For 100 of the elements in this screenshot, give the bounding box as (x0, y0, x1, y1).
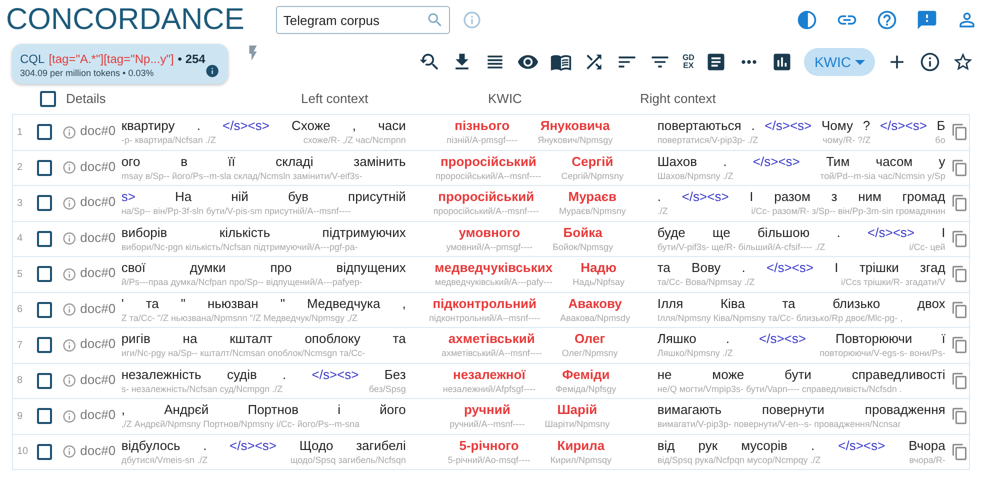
doc-label[interactable]: doc#0 (80, 192, 122, 212)
doc-label[interactable]: doc#0 (80, 228, 122, 247)
checkbox[interactable] (36, 230, 52, 247)
row-number: 2 (16, 161, 24, 176)
context-word: Схоже (292, 118, 330, 134)
doc-label[interactable]: doc#0 (80, 405, 122, 424)
context-word: присутній (348, 189, 406, 206)
checkbox[interactable] (36, 444, 52, 460)
context-word: не (657, 366, 672, 383)
pos-tag: 5-річний/Ao-msqf---- (448, 454, 530, 466)
feedback-icon[interactable] (916, 9, 938, 31)
query-label: CQL (20, 52, 45, 67)
context-word: у (938, 154, 946, 170)
context-word: рук (698, 438, 718, 454)
pos-tag: повертатися/V-pip3p- ./Z (657, 135, 758, 146)
info-icon[interactable] (205, 62, 220, 80)
context-word: разом (774, 189, 810, 206)
context-word: І (750, 189, 754, 206)
doc-label[interactable]: doc#0 (80, 156, 122, 176)
context-word: . (282, 366, 286, 383)
info-icon[interactable] (919, 51, 941, 73)
search-field[interactable]: Telegram corpus (276, 6, 450, 34)
doc-label[interactable]: doc#0 (80, 370, 122, 389)
pos-tag: не/Q могти/Vmpip3s- бути/Vapn---- справедливість/Ncfsdn . (657, 384, 902, 395)
context-word: справедливості (852, 366, 946, 383)
chart-icon[interactable] (771, 51, 794, 73)
copy-icon[interactable] (951, 194, 969, 212)
context-word: може (712, 366, 744, 383)
kwic-word: Феміди (562, 366, 610, 383)
pos-tag: схоже/R- ,/Z час/Ncmpnn (303, 135, 406, 146)
copy-icon[interactable] (951, 230, 969, 248)
kwic-word: Мураєв (568, 189, 617, 206)
kwic-word: ахметівський (448, 331, 535, 348)
doc-label[interactable]: doc#0 (80, 263, 122, 282)
doc-label[interactable]: doc#0 (80, 440, 122, 460)
row-number: 3 (16, 196, 24, 211)
context-word: ого (121, 154, 140, 170)
copy-icon[interactable] (951, 265, 969, 284)
theme-icon[interactable] (796, 9, 818, 31)
doc-label[interactable]: doc#0 (80, 121, 122, 140)
context-word: підтримуючих (322, 224, 406, 241)
copy-icon[interactable] (951, 158, 969, 177)
column-header: KWIC (488, 90, 523, 108)
context-word: часом (876, 154, 913, 170)
context-word: Медведчука (306, 296, 380, 312)
checkbox[interactable] (36, 408, 52, 424)
view-mode-dropdown[interactable]: KWIC (804, 48, 875, 76)
context-word: громад (902, 189, 946, 206)
pos-tag: Олег/Npmsny (562, 348, 618, 360)
pos-tag: Шахов/Npmsny ./Z (657, 170, 734, 182)
context-word: Андрєй (164, 402, 209, 418)
doc-label[interactable]: doc#0 (80, 334, 122, 354)
context-word: та (146, 296, 159, 312)
checkbox[interactable] (36, 195, 52, 212)
checkbox[interactable] (36, 124, 52, 140)
checkbox[interactable] (36, 160, 52, 176)
pos-tag: той/Pd--m-sia час/Ncmsin у/Sp (820, 170, 946, 182)
pos-tag: від/Spsq рука/Ncfpqn мусор/Ncmpqy ./Z (657, 454, 821, 466)
pos-tag: Кирил/Npmsqy (550, 454, 612, 466)
context-word: загибелі (356, 438, 406, 454)
pos-tag: повторюючи/V-egs-s- вони/Ps- (820, 348, 946, 360)
context-word: . (196, 118, 200, 134)
checkbox[interactable] (40, 91, 56, 107)
copy-icon[interactable] (951, 336, 969, 354)
copy-icon[interactable] (951, 407, 969, 426)
context-word: та (657, 260, 670, 276)
document-icon[interactable] (705, 51, 728, 73)
checkbox[interactable] (36, 372, 52, 389)
query-expression: [tag="A.*"][tag="Np...y"] (48, 52, 174, 67)
copy-icon[interactable] (951, 442, 969, 461)
pos-tag: щодо/Spsq загибель/Ncfsqn (290, 454, 406, 466)
copy-icon[interactable] (951, 123, 969, 142)
context-word: складі (276, 154, 314, 170)
context-word: І (942, 224, 946, 241)
copy-icon[interactable] (951, 300, 969, 319)
pos-tag: -p- квартира/Ncfsan ./Z (121, 135, 216, 146)
kwic-word: підконтрольний (432, 296, 537, 312)
context-word: його (380, 402, 406, 418)
context-word: Повторюючи (835, 331, 912, 348)
kwic-word: пізнього (454, 118, 510, 134)
query-summary[interactable]: CQL [tag="A.*"][tag="Np...y"] • 254 304.09 per million tokens • 0.03% (12, 44, 228, 84)
doc-label[interactable]: doc#0 (80, 298, 122, 318)
context-word: . (203, 438, 207, 454)
context-word: Ляшко (657, 331, 696, 348)
copy-icon[interactable] (951, 372, 969, 390)
context-word: часи (378, 118, 406, 134)
gdex-button[interactable]: GD EX (682, 54, 694, 70)
star-icon[interactable] (952, 51, 974, 73)
checkbox[interactable] (36, 266, 52, 282)
column-header: Details (66, 90, 107, 108)
sentence-boundary: </s><s> (759, 331, 806, 348)
help-icon[interactable] (876, 9, 898, 31)
context-word: Щодо (299, 438, 334, 454)
checkbox[interactable] (36, 337, 52, 354)
sentence-boundary: </s><s> (764, 118, 812, 134)
kwic-word: Януковича (540, 118, 610, 134)
context-word: більшою (757, 224, 810, 241)
context-word: , (121, 402, 125, 418)
context-word: близько (832, 296, 880, 312)
checkbox[interactable] (36, 302, 52, 318)
